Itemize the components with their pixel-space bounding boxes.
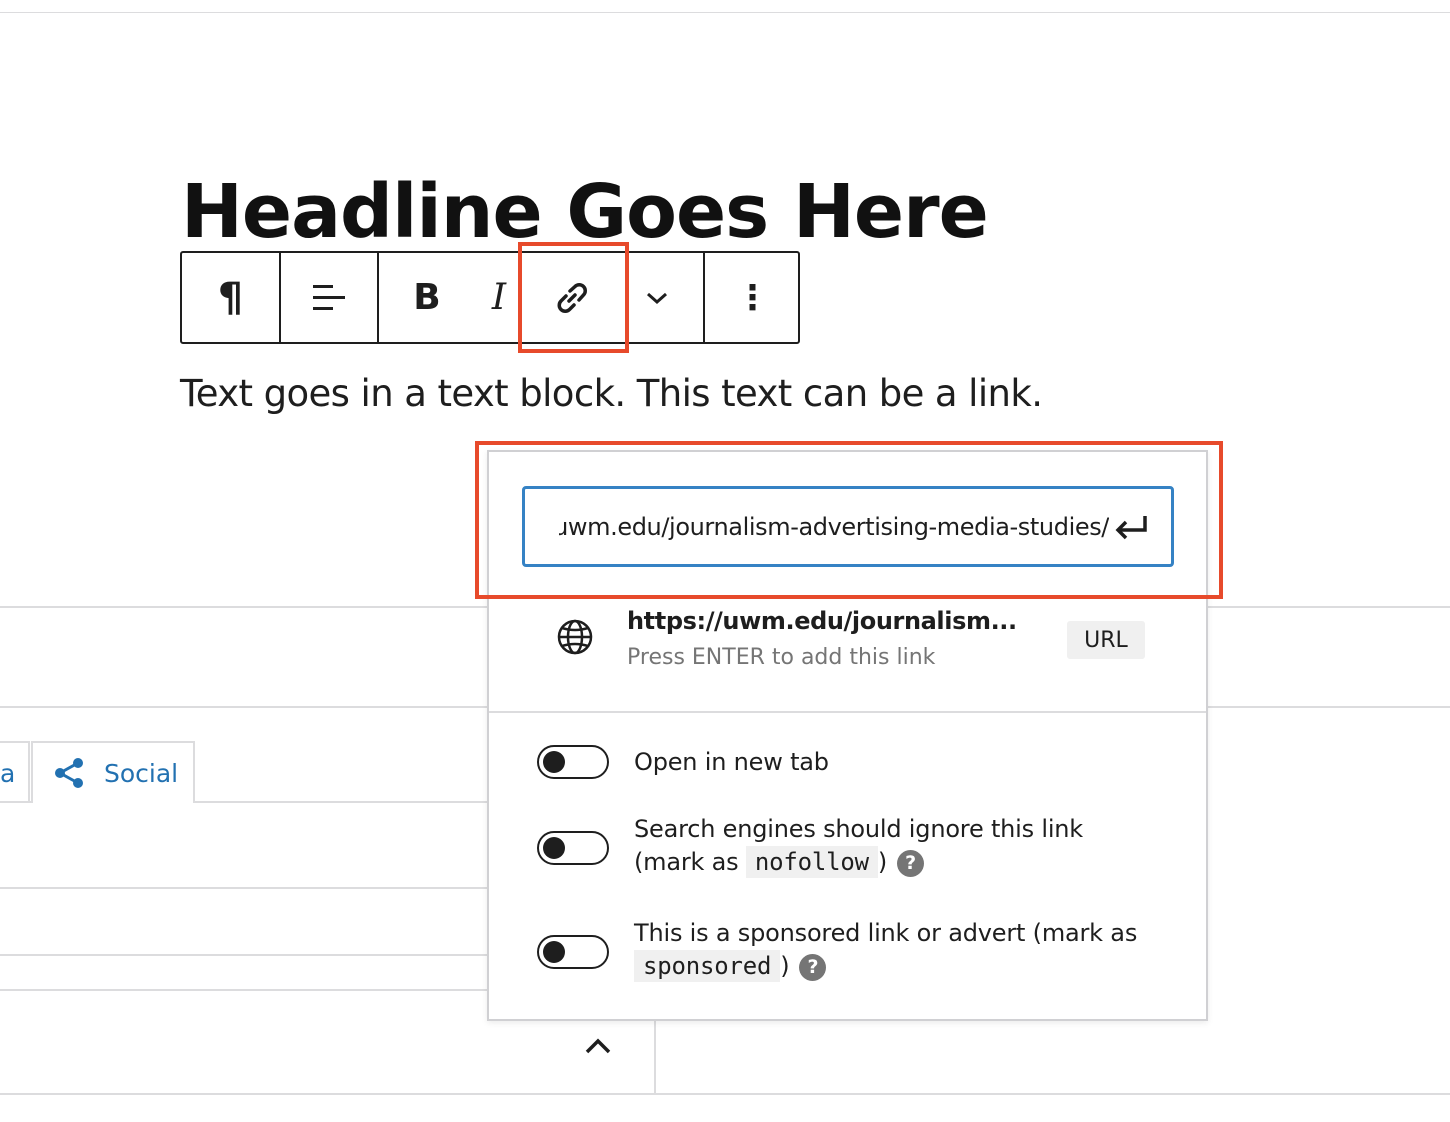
- help-icon[interactable]: ?: [897, 850, 925, 877]
- more-options-icon: ⋮: [735, 277, 770, 318]
- popover-divider: [489, 711, 1206, 713]
- link-button[interactable]: [532, 253, 612, 342]
- block-toolbar: ¶ B I ⋮: [180, 251, 800, 344]
- divider: [1208, 706, 1450, 708]
- share-icon: [55, 758, 83, 788]
- nofollow-label: Search engines should ignore this link (…: [634, 813, 1083, 879]
- sponsored-text: This is a sponsored link or advert (mark…: [634, 919, 1138, 947]
- more-options-button[interactable]: ⋮: [705, 253, 800, 342]
- bold-icon: B: [413, 277, 441, 318]
- paragraph-block[interactable]: Text goes in a text block. This text can…: [180, 372, 1043, 415]
- divider: [1208, 606, 1450, 608]
- divider: [0, 887, 487, 889]
- tab-social[interactable]: Social: [31, 741, 195, 803]
- nofollow-close-paren: ): [877, 848, 888, 876]
- more-formats-button[interactable]: [627, 253, 687, 342]
- url-input[interactable]: https://uwm.edu/journalism-advertising-m…: [522, 486, 1174, 567]
- align-button[interactable]: [281, 253, 377, 342]
- divider: [0, 606, 487, 608]
- toggle-knob: [543, 751, 565, 773]
- toggle-knob: [543, 941, 565, 963]
- sponsored-label: This is a sponsored link or advert (mark…: [634, 917, 1174, 983]
- paragraph-button[interactable]: ¶: [182, 253, 279, 342]
- divider: [0, 1093, 1450, 1095]
- chevron-up-icon[interactable]: [583, 1034, 613, 1058]
- globe-icon: [557, 619, 593, 655]
- enter-icon[interactable]: [1113, 511, 1153, 543]
- nofollow-text-line2: (mark as: [634, 848, 739, 876]
- sponsored-toggle[interactable]: [537, 935, 609, 969]
- help-icon[interactable]: ?: [799, 954, 827, 981]
- sponsored-close-paren: ): [780, 952, 790, 980]
- divider: [0, 989, 487, 991]
- link-popover: https://uwm.edu/journalism-advertising-m…: [487, 450, 1208, 1021]
- tab-partial[interactable]: a: [0, 741, 30, 801]
- tab-partial-label: a: [0, 759, 16, 788]
- paragraph-icon: ¶: [217, 274, 244, 321]
- url-type-badge: URL: [1067, 621, 1145, 659]
- divider: [0, 706, 487, 708]
- suggestion-title: https://uwm.edu/journalism...: [627, 607, 1017, 635]
- nofollow-text: Search engines should ignore this link: [634, 815, 1084, 843]
- bold-button[interactable]: B: [402, 253, 452, 342]
- divider: [0, 954, 487, 956]
- align-left-icon: [313, 284, 345, 310]
- chevron-down-icon: [647, 292, 667, 304]
- toolbar-divider: [377, 253, 379, 342]
- link-suggestion[interactable]: https://uwm.edu/journalism... Press ENTE…: [489, 597, 1206, 712]
- tab-social-label: Social: [104, 758, 179, 788]
- link-icon: [557, 282, 587, 313]
- italic-button[interactable]: I: [474, 253, 524, 342]
- url-input-value: https://uwm.edu/journalism-advertising-m…: [559, 513, 1109, 541]
- post-headline[interactable]: Headline Goes Here: [181, 163, 989, 261]
- nofollow-code: nofollow: [745, 846, 878, 878]
- nofollow-toggle[interactable]: [537, 831, 609, 865]
- sponsored-code: sponsored: [634, 950, 781, 982]
- open-new-tab-label: Open in new tab: [634, 748, 829, 776]
- toggle-knob: [543, 837, 565, 859]
- url-input-value-text: https://uwm.edu/journalism-advertising-m…: [559, 513, 1109, 541]
- top-border: [0, 12, 1450, 13]
- italic-icon: I: [491, 277, 507, 318]
- open-new-tab-toggle[interactable]: [537, 745, 609, 779]
- divider-vertical: [654, 1020, 656, 1093]
- suggestion-hint: Press ENTER to add this link: [627, 645, 936, 670]
